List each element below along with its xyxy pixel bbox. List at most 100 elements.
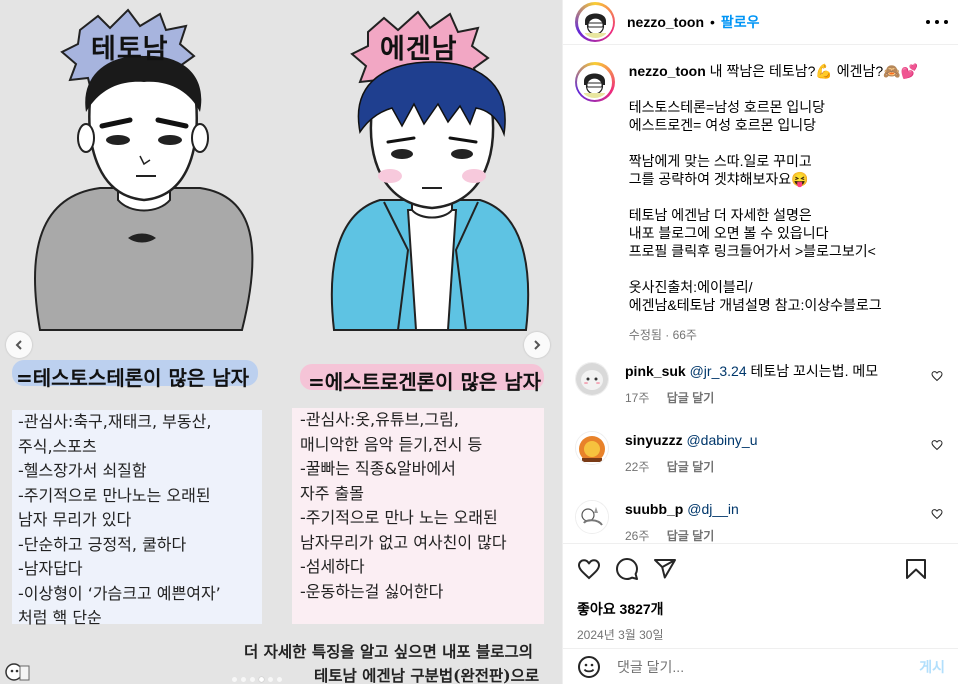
carousel-dot [241,677,246,682]
comment-icon[interactable] [615,557,639,581]
comment-avatar[interactable] [575,362,609,396]
reply-button[interactable]: 답글 달기 [667,460,715,474]
right-title: 에겐남 [380,34,458,65]
heart-icon[interactable] [931,370,943,382]
trait-line: 처럼 핵 단순 [18,608,102,627]
avatar-icon [576,363,608,395]
next-image-button[interactable] [524,332,550,358]
comments-section[interactable]: nezzo_toon 내 짝남은 테토남?💪 에겐남?🙈💕 테스토스테론=남성 … [563,46,958,542]
carousel-dot [277,677,282,682]
heart-icon[interactable] [931,439,943,451]
trait-line: 매니악한 음악 듣기,전시 등 [300,434,483,454]
bookmark-icon[interactable] [905,557,927,581]
caption-paragraph: 짝남에게 맞는 스따.일로 꾸미고 그를 공략하여 겟챠해보자요😝 [629,152,947,188]
bottom-note-line1: 더 자세한 특징을 알고 싶으면 내포 블로그의 [244,642,534,661]
comment-username[interactable]: pink_suk [625,363,686,379]
caption-line: 옷사진출처:에이블리/ [628,279,753,295]
comment-text: 테토남 꼬시는법. 메모 [746,363,879,379]
trait-line: -단순하고 긍정적, 쿨하다 [18,534,187,554]
carousel-dot [259,677,264,682]
trait-line: 남자 무리가 있다 [18,510,132,529]
carousel-dot [250,677,255,682]
caption-paragraph: 테스토스테론=남성 호르몬 입니당 에스트로겐= 여성 호르몬 입니당 [629,98,947,134]
comment-item: pink_suk @jr_3.24 테토남 꼬시는법. 메모 17주 답글 달기 [575,362,947,407]
post-image[interactable]: 테토남 에겐남 =테스토스테론이 많은 남자 =에스트로겐론이 많은 남자 -관… [0,0,562,684]
caption-meta: 수정됨 · 66주 [628,328,697,342]
profile-avatar-icon [579,6,611,38]
comment-username[interactable]: sinyuzzz [625,432,683,448]
comment-mention[interactable]: @dabiny_u [686,432,757,448]
watermark-logo [5,663,30,681]
more-horizontal-icon[interactable] [926,14,948,30]
caption-line: 프로필 클릭후 링크들어가서 >블로그보기< [628,243,876,259]
caption-line: 에스트로겐= 여성 호르몬 입니당 [628,117,817,133]
trait-line: -관심사:축구,재태크, 부동산, [18,412,212,431]
share-icon[interactable] [653,557,677,581]
carousel-dot [268,677,273,682]
left-traits: -관심사:축구,재태크, 부동산, 주식,스포츠 -헬스장가서 쇠질함 -주기적… [12,410,262,627]
reply-button[interactable]: 답글 달기 [667,529,715,542]
caption-line: 짝남에게 맞는 스따.일로 꾸미고 [628,153,812,169]
left-title: 테토남 [91,34,169,65]
comment-avatar[interactable] [575,500,609,534]
caption-block: nezzo_toon 내 짝남은 테토남?💪 에겐남?🙈💕 테스토스테론=남성 … [575,62,947,344]
chevron-right-icon [534,340,541,350]
caption-line: 그를 공략하여 겟챠해보자요😝 [628,171,809,187]
bottom-note-line2: 테토남 에겐남 구분법(완전판)으로 [314,666,540,684]
post-comment-button[interactable]: 게시 [919,657,945,677]
caption-username[interactable]: nezzo_toon [629,63,706,79]
trait-line: 남자무리가 없고 여사친이 많다 [300,532,507,552]
post-actions: 좋아요 3827개 2024년 3월 30일 [563,543,958,643]
avatar[interactable] [575,2,615,42]
comment-time: 22주 [625,460,650,474]
right-caption: =에스트로겐론이 많은 남자 [308,370,542,394]
caption-line: 테스토스테론=남성 호르몬 입니당 [628,99,826,115]
carousel-dots [232,677,282,682]
post-date: 2024년 3월 30일 [577,628,664,642]
prev-image-button[interactable] [6,332,32,358]
comment-mention[interactable]: @dj__in [687,501,739,517]
trait-line: -섬세하다 [300,557,365,576]
caption-paragraph: 테토남 에겐남 더 자세한 설명은 내포 블로그에 오면 볼 수 있읍니다 프로… [629,206,947,260]
header-username[interactable]: nezzo_toon [627,14,704,30]
caption-line: 에겐남&테토남 개념설명 참고:이상수블로그 [628,297,882,313]
comment-item: suubb_p @dj__in 26주 답글 달기 [575,500,947,542]
caption-line: 내포 블로그에 오면 볼 수 있읍니다 [628,225,829,241]
heart-icon[interactable] [931,508,943,520]
comment-item: sinyuzzz @dabiny_u 22주 답글 달기 [575,431,947,476]
trait-line: -운동하는걸 싫어한다 [300,581,444,601]
post-header: nezzo_toon • 팔로우 [563,0,958,45]
caption-avatar[interactable] [575,62,615,102]
comment-time: 17주 [625,391,650,405]
add-comment-bar: 게시 [563,648,958,684]
trait-line: -꿀빠는 직종&알바에서 [300,459,456,478]
reply-button[interactable]: 답글 달기 [667,391,715,405]
caption-first-line: 내 짝남은 테토남?💪 에겐남?🙈💕 [709,63,919,79]
trait-line: -헬스장가서 쇠질함 [18,461,147,480]
trait-line: 주식,스포츠 [18,436,97,456]
comment-mention[interactable]: @jr_3.24 [690,363,747,379]
caption-text: nezzo_toon 내 짝남은 테토남?💪 에겐남?🙈💕 테스토스테론=남성 … [629,62,947,344]
trait-line: -남자답다 [18,559,83,578]
comment-avatar[interactable] [575,431,609,465]
likes-count[interactable]: 좋아요 3827개 [577,599,945,619]
trait-line: -이상형이 ‘가슴크고 예쁜여자’ [18,583,221,603]
follow-button[interactable]: 팔로우 [721,12,760,32]
trait-line: -주기적으로 만나노는 오래된 [18,485,211,505]
avatar-icon [576,501,608,533]
trait-line: -주기적으로 만나 노는 오래된 [300,508,498,527]
heart-icon[interactable] [577,557,601,581]
caption-line: 테토남 에겐남 더 자세한 설명은 [628,207,812,223]
avatar-icon [576,432,608,464]
trait-line: 자주 출몰 [300,483,364,503]
caption-paragraph: 옷사진출처:에이블리/ 에겐남&테토남 개념설명 참고:이상수블로그 [629,278,947,314]
chevron-left-icon [15,340,22,350]
emoji-icon[interactable] [577,655,601,679]
right-traits: -관심사:옷,유튜브,그림, 매니악한 음악 듣기,전시 등 -꿀빠는 직종&알… [292,408,544,624]
carousel-dot [232,677,237,682]
profile-avatar-icon [579,66,611,98]
post-sidebar: nezzo_toon • 팔로우 nezzo_toon 내 짝남은 테토남?💪 … [562,0,958,684]
comment-username[interactable]: suubb_p [625,501,683,517]
header-separator: • [710,14,715,30]
comment-input[interactable] [617,658,907,675]
